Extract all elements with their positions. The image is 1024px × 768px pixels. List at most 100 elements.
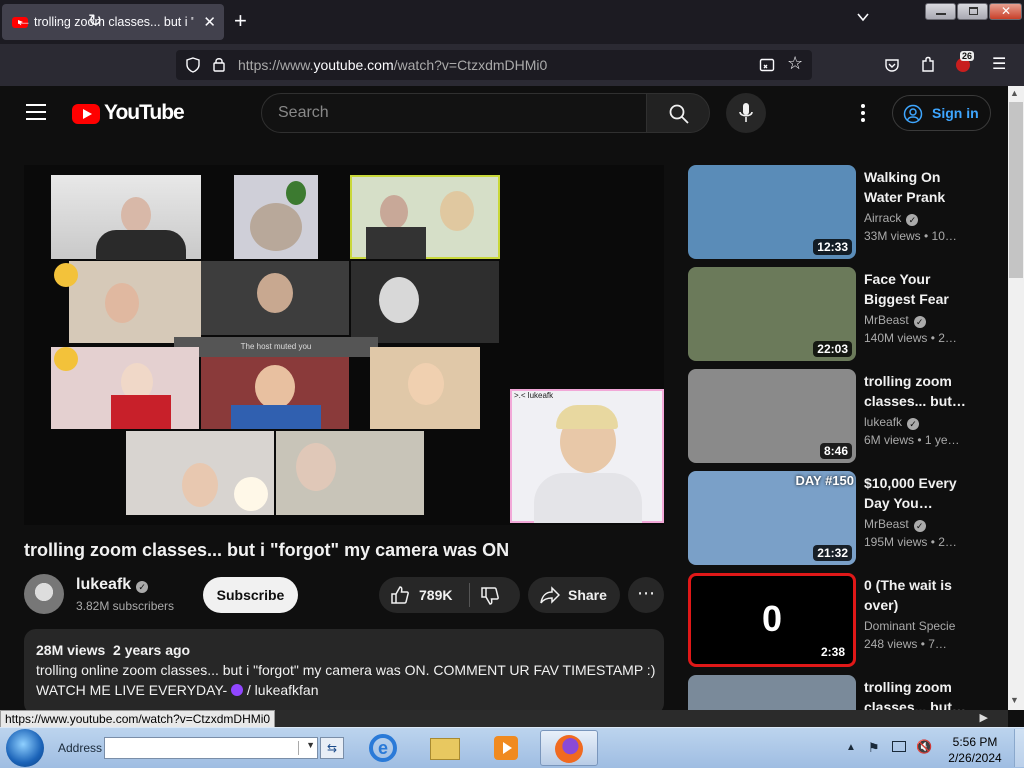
verified-icon: ✓: [906, 214, 919, 226]
recommendation-channel[interactable]: Dominant Specie: [864, 619, 955, 633]
like-count[interactable]: 789K: [419, 587, 452, 603]
video-thumbnail[interactable]: 22:03: [688, 267, 856, 361]
video-duration: 8:46: [819, 443, 852, 459]
youtube-logo-icon[interactable]: [72, 104, 100, 124]
zoom-tile: [69, 261, 201, 343]
zoom-tile: [276, 431, 424, 515]
vertical-scrollbar[interactable]: ▲ ▼: [1008, 86, 1024, 710]
recommendation-channel[interactable]: MrBeast ✓: [864, 313, 926, 328]
verified-icon: ✓: [913, 520, 926, 532]
show-desktop-button[interactable]: [1014, 729, 1024, 767]
address-input[interactable]: ▼: [104, 737, 318, 759]
close-tab-icon[interactable]: ✕: [203, 13, 216, 31]
webcam-overlay: >.< lukeafk: [510, 389, 664, 523]
thumbs-down-icon[interactable]: [480, 586, 500, 606]
video-player[interactable]: The host muted you >.< lukeafk: [24, 165, 664, 525]
search-button[interactable]: [646, 93, 710, 133]
close-window-button[interactable]: ✕: [989, 3, 1022, 20]
recommendation-meta: 33M views • 10…: [864, 229, 957, 243]
recommendation-card[interactable]: 0 2:38 0 (The wait is over) Dominant Specie…: [688, 573, 1008, 667]
zoom-tile: [234, 175, 318, 259]
recommendation-meta: 140M views • 2…: [864, 331, 957, 345]
lock-icon[interactable]: [212, 56, 226, 72]
recommendation-meta: 6M views • 1 ye…: [864, 433, 960, 447]
share-label: Share: [568, 587, 607, 603]
internet-explorer-app[interactable]: e: [356, 730, 410, 766]
video-thumbnail[interactable]: 0 2:38: [688, 573, 856, 667]
recommendation-channel[interactable]: MrBeast ✓: [864, 517, 926, 532]
bookmark-star-icon[interactable]: ☆: [787, 53, 803, 74]
channel-name[interactable]: lukeafk ✓: [76, 576, 149, 594]
forward-icon[interactable]: →: [52, 11, 69, 31]
video-duration: 22:03: [813, 341, 852, 357]
volume-muted-icon[interactable]: 🔇: [916, 739, 932, 755]
voice-search-button[interactable]: [726, 93, 766, 133]
recommendation-title[interactable]: $10,000 Every Day You…: [864, 473, 972, 513]
zoom-tile: [51, 175, 201, 260]
network-icon[interactable]: [892, 741, 906, 752]
subscribe-button[interactable]: Subscribe: [203, 577, 298, 613]
zoom-tile: [201, 261, 349, 335]
url-text[interactable]: https://www.youtube.com/watch?v=CtzxdmDH…: [238, 57, 547, 73]
verified-icon: ✓: [913, 316, 926, 328]
extensions-icon[interactable]: [920, 56, 936, 73]
recommendation-card[interactable]: DAY #150 21:32 $10,000 Every Day You… MrBea…: [688, 471, 1008, 565]
reader-view-icon[interactable]: [759, 57, 775, 73]
account-icon: [903, 104, 923, 124]
recommendation-title[interactable]: 0 (The wait is over): [864, 575, 972, 615]
more-actions-button[interactable]: ⋯: [628, 577, 664, 613]
settings-more-icon[interactable]: [861, 104, 865, 122]
recommendation-card[interactable]: 8:46 trolling zoom classes... but… lukeafk…: [688, 369, 1008, 463]
recommendation-card[interactable]: 22:03 Face Your Biggest Fear T… MrBeast✓ 14…: [688, 267, 1008, 361]
thumbnail-badge: DAY #150: [795, 473, 854, 488]
thumbs-up-icon[interactable]: [390, 585, 410, 605]
zoom-tile: [351, 261, 499, 343]
thumbnail-text: 0: [761, 598, 783, 639]
video-title: trolling zoom classes... but i "forgot" …: [24, 540, 510, 560]
extension-badge: 26: [960, 51, 975, 61]
subscriber-count: 3.82M subscribers: [76, 599, 175, 613]
description-text: trolling online zoom classes... but i "f…: [36, 662, 656, 678]
recommendation-title[interactable]: Walking On Water Prank: [864, 167, 972, 207]
reload-icon[interactable]: ↻: [88, 11, 102, 31]
video-thumbnail[interactable]: 12:33: [688, 165, 856, 259]
start-button[interactable]: [6, 729, 44, 767]
hamburger-menu-icon[interactable]: [26, 104, 46, 120]
recommendation-channel[interactable]: lukeafk ✓: [864, 415, 920, 430]
twitch-link[interactable]: / lukeafkfan: [247, 682, 319, 698]
scroll-thumb[interactable]: [1009, 102, 1023, 278]
go-arrow-icon[interactable]: ⇆: [320, 737, 344, 759]
show-hidden-icons[interactable]: ▲: [846, 742, 856, 753]
media-player-app[interactable]: [480, 730, 534, 766]
shield-icon[interactable]: [185, 57, 201, 73]
recommendation-card[interactable]: 12:33 Walking On Water Prank Airrack ✓ 33M v…: [688, 165, 1008, 259]
description-box[interactable]: 28M views 2 years ago trolling online zo…: [24, 629, 664, 715]
minimize-button[interactable]: [925, 3, 956, 20]
youtube-logo-text[interactable]: YouTube: [104, 101, 185, 125]
recommendation-channel[interactable]: Airrack ✓: [864, 211, 919, 226]
new-tab-button[interactable]: +: [234, 9, 247, 33]
microphone-icon: [739, 103, 753, 122]
divider: [469, 583, 470, 607]
back-icon[interactable]: ←: [15, 11, 32, 31]
description-link-line: WATCH ME LIVE EVERYDAY- / lukeafkfan: [36, 682, 319, 698]
firefox-icon: [555, 735, 583, 763]
list-all-tabs-icon[interactable]: [856, 10, 870, 24]
channel-avatar[interactable]: [24, 574, 64, 614]
browser-tab[interactable]: trolling zoom classes... but i "forgot" …: [2, 4, 224, 40]
action-center-icon[interactable]: ⚑: [868, 740, 880, 756]
video-thumbnail[interactable]: 8:46: [688, 369, 856, 463]
recommendation-meta: 195M views • 2…: [864, 535, 957, 549]
recommendation-title[interactable]: Face Your Biggest Fear T…: [864, 269, 972, 309]
pocket-icon[interactable]: [884, 57, 900, 73]
video-duration: 2:38: [816, 644, 849, 660]
recommendation-title[interactable]: trolling zoom classes... but…: [864, 371, 972, 411]
file-explorer-app[interactable]: [418, 730, 472, 766]
ie-icon: e: [369, 734, 397, 762]
restore-button[interactable]: [957, 3, 988, 20]
video-thumbnail[interactable]: DAY #150 21:32: [688, 471, 856, 565]
zoom-tile: [201, 357, 349, 429]
clock[interactable]: 5:56 PM 2/26/2024: [940, 734, 1010, 766]
firefox-app[interactable]: [540, 730, 598, 766]
menu-icon[interactable]: ☰: [992, 54, 1006, 74]
